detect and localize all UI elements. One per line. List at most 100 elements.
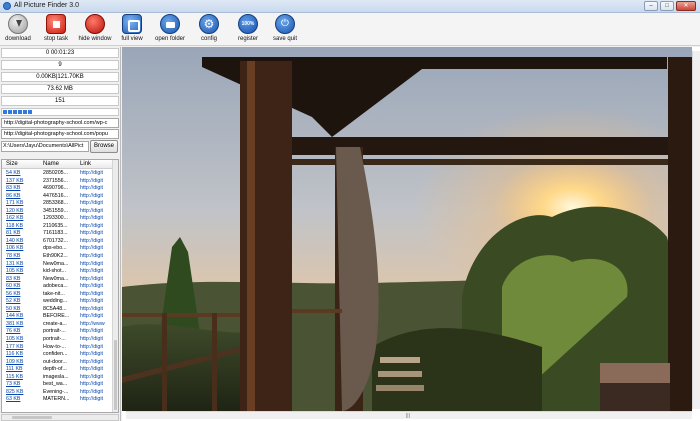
file-link[interactable]: http://digit bbox=[80, 215, 114, 223]
file-link[interactable]: http://digit bbox=[80, 328, 114, 336]
file-link[interactable]: http://digit bbox=[80, 306, 114, 314]
file-size-link[interactable]: 60 KB bbox=[6, 283, 40, 291]
file-size-link[interactable]: 381 KB bbox=[6, 321, 40, 329]
file-row[interactable]: 144 KB BEFORE... http://digit bbox=[2, 313, 114, 321]
file-row[interactable]: 140 KB 6701732... http://digit bbox=[2, 238, 114, 246]
file-link[interactable]: http://digit bbox=[80, 344, 114, 352]
file-size-link[interactable]: 56 KB bbox=[6, 291, 40, 299]
file-size-link[interactable]: 131 KB bbox=[6, 261, 40, 269]
file-size-link[interactable]: 63 KB bbox=[6, 396, 40, 404]
file-size-link[interactable]: 106 KB bbox=[6, 245, 40, 253]
file-row[interactable]: 106 KB dps-ebo... http://digit bbox=[2, 245, 114, 253]
file-size-link[interactable]: 52 KB bbox=[6, 298, 40, 306]
file-link[interactable]: http://digit bbox=[80, 230, 114, 238]
file-link[interactable]: http://digit bbox=[80, 200, 114, 208]
file-link[interactable]: http://digit bbox=[80, 170, 114, 178]
file-row[interactable]: 83 KB 4690796... http://digit bbox=[2, 185, 114, 193]
file-link[interactable]: http://digit bbox=[80, 238, 114, 246]
file-size-link[interactable]: 83 KB bbox=[6, 276, 40, 284]
file-row[interactable]: 52 KB wedding... http://digit bbox=[2, 298, 114, 306]
url-input-2[interactable]: http://digital-photography-school.com/po… bbox=[1, 129, 119, 139]
viewer-hscrollbar[interactable]: ||| bbox=[126, 411, 692, 419]
file-link[interactable]: http://digit bbox=[80, 313, 114, 321]
file-link[interactable]: http://digit bbox=[80, 193, 114, 201]
file-row[interactable]: 81 KB 7161183... http://digit bbox=[2, 230, 114, 238]
file-link[interactable]: http://digit bbox=[80, 268, 114, 276]
save-path-input[interactable]: X:\Users\Jayu\Documents\AllPict bbox=[1, 141, 89, 152]
file-size-link[interactable]: 177 KB bbox=[6, 344, 40, 352]
column-size[interactable]: Size bbox=[6, 160, 18, 168]
file-link[interactable]: http://digit bbox=[80, 253, 114, 261]
stop-task-button[interactable]: stop task bbox=[40, 14, 72, 42]
file-row[interactable]: 109 KB out-door... http://digit bbox=[2, 359, 114, 367]
file-list-scroll-thumb[interactable] bbox=[114, 340, 117, 410]
file-list-hscroll-thumb[interactable] bbox=[12, 416, 52, 419]
file-row[interactable]: 116 KB confiden... http://digit bbox=[2, 351, 114, 359]
file-link[interactable]: http://digit bbox=[80, 389, 114, 397]
file-link[interactable]: http://digit bbox=[80, 276, 114, 284]
hide-window-button[interactable]: hide window bbox=[76, 14, 114, 42]
file-row[interactable]: 105 KB portrait-... http://digit bbox=[2, 336, 114, 344]
file-row[interactable]: 111 KB depth-of... http://digit bbox=[2, 366, 114, 374]
file-row[interactable]: 177 KB How-to-... http://digit bbox=[2, 344, 114, 352]
file-row[interactable]: 137 KB 2371556... http://digit bbox=[2, 178, 114, 186]
file-row[interactable]: 171 KB 2853368... http://digit bbox=[2, 200, 114, 208]
file-row[interactable]: 381 KB create-a... http://www bbox=[2, 321, 114, 329]
file-link[interactable]: http://digit bbox=[80, 185, 114, 193]
file-row[interactable]: 131 KB New0ma... http://digit bbox=[2, 261, 114, 269]
file-row[interactable]: 54 KB 2850205... http://digit bbox=[2, 170, 114, 178]
column-name[interactable]: Name bbox=[43, 160, 59, 168]
file-size-link[interactable]: 140 KB bbox=[6, 238, 40, 246]
file-link[interactable]: http://digit bbox=[80, 381, 114, 389]
file-size-link[interactable]: 83 KB bbox=[6, 185, 40, 193]
file-link[interactable]: http://digit bbox=[80, 178, 114, 186]
file-size-link[interactable]: 109 KB bbox=[6, 359, 40, 367]
minimize-button[interactable]: – bbox=[644, 1, 658, 11]
file-size-link[interactable]: 144 KB bbox=[6, 313, 40, 321]
close-button[interactable]: ✕ bbox=[676, 1, 696, 11]
file-size-link[interactable]: 162 KB bbox=[6, 215, 40, 223]
file-size-link[interactable]: 116 KB bbox=[6, 351, 40, 359]
file-link[interactable]: http://digit bbox=[80, 298, 114, 306]
file-row[interactable]: 86 KB 4476516... http://digit bbox=[2, 193, 114, 201]
file-list-hscrollbar[interactable] bbox=[1, 414, 119, 421]
file-size-link[interactable]: 118 KB bbox=[6, 223, 40, 231]
file-row[interactable]: 825 KB Evening-... http://digit bbox=[2, 389, 114, 397]
file-link[interactable]: http://digit bbox=[80, 351, 114, 359]
file-size-link[interactable]: 115 KB bbox=[6, 374, 40, 382]
config-button[interactable]: config bbox=[196, 14, 222, 42]
file-link[interactable]: http://digit bbox=[80, 283, 114, 291]
file-row[interactable]: 60 KB adobeca... http://digit bbox=[2, 283, 114, 291]
file-row[interactable]: 63 KB MATERN... http://digit bbox=[2, 396, 114, 404]
file-size-link[interactable]: 111 KB bbox=[6, 366, 40, 374]
file-link[interactable]: http://digit bbox=[80, 336, 114, 344]
file-row[interactable]: 83 KB New0ma... http://digit bbox=[2, 276, 114, 284]
file-list-scrollbar[interactable] bbox=[112, 160, 118, 412]
file-size-link[interactable]: 50 KB bbox=[6, 306, 40, 314]
open-folder-button[interactable]: open folder bbox=[152, 14, 188, 42]
file-row[interactable]: 115 KB imagesla... http://digit bbox=[2, 374, 114, 382]
file-size-link[interactable]: 137 KB bbox=[6, 178, 40, 186]
file-link[interactable]: http://digit bbox=[80, 291, 114, 299]
file-row[interactable]: 50 KB 8C5A48... http://digit bbox=[2, 306, 114, 314]
file-size-link[interactable]: 171 KB bbox=[6, 200, 40, 208]
file-size-link[interactable]: 120 KB bbox=[6, 208, 40, 216]
file-size-link[interactable]: 78 KB bbox=[6, 253, 40, 261]
file-size-link[interactable]: 54 KB bbox=[6, 170, 40, 178]
viewer-hscroll-grip[interactable]: ||| bbox=[406, 413, 410, 419]
file-row[interactable]: 76 KB portrait-... http://digit bbox=[2, 328, 114, 336]
register-button[interactable]: register bbox=[234, 14, 262, 42]
file-link[interactable]: http://digit bbox=[80, 208, 114, 216]
file-link[interactable]: http://digit bbox=[80, 223, 114, 231]
file-row[interactable]: 162 KB 1293300... http://digit bbox=[2, 215, 114, 223]
browse-button[interactable]: Browse bbox=[90, 140, 118, 153]
maximize-button[interactable]: □ bbox=[660, 1, 674, 11]
file-size-link[interactable]: 105 KB bbox=[6, 268, 40, 276]
download-button[interactable]: download bbox=[2, 14, 34, 42]
file-size-link[interactable]: 81 KB bbox=[6, 230, 40, 238]
save-quit-button[interactable]: save quit bbox=[270, 14, 300, 42]
file-link[interactable]: http://www bbox=[80, 321, 114, 329]
file-size-link[interactable]: 825 KB bbox=[6, 389, 40, 397]
full-view-button[interactable]: full view bbox=[118, 14, 146, 42]
file-link[interactable]: http://digit bbox=[80, 366, 114, 374]
